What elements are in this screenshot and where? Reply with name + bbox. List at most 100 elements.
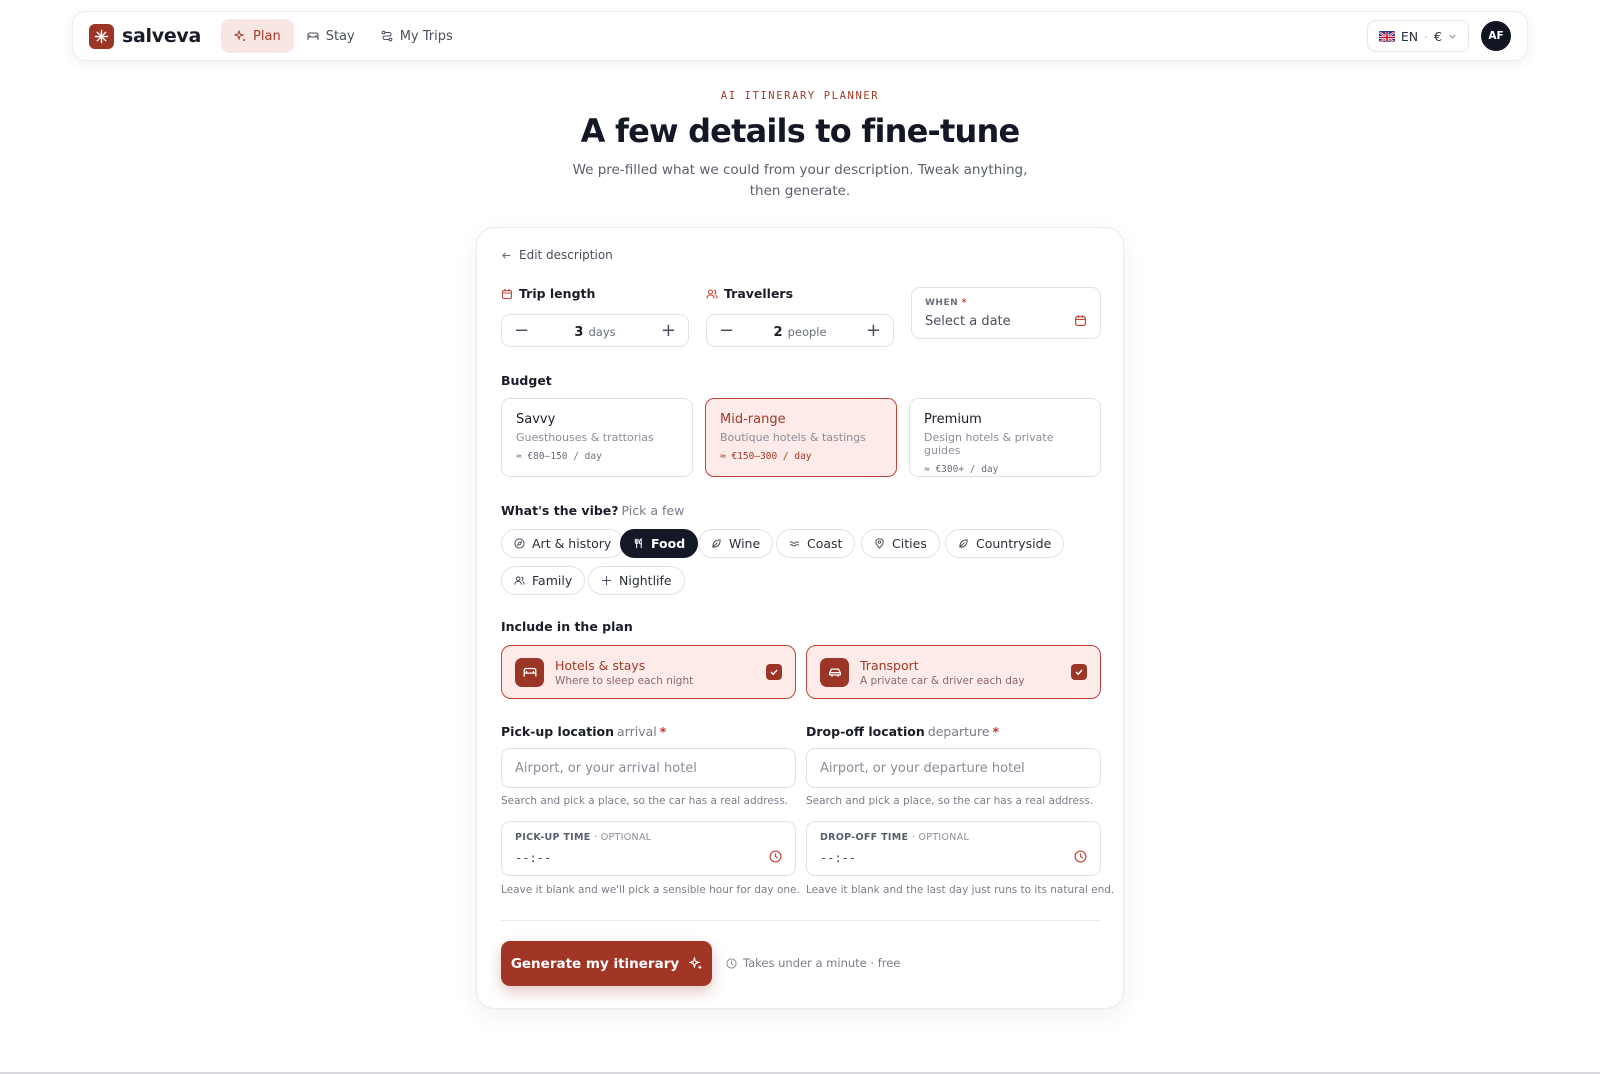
chip-label: Art & history (532, 536, 612, 551)
chip-label: Coast (807, 536, 843, 551)
pickup-time-label-text: PICK-UP TIME (515, 832, 591, 843)
chip-label: Family (532, 573, 573, 588)
trip-length-decrement-button[interactable]: − (514, 321, 529, 340)
users-icon (706, 288, 718, 299)
travellers-increment-button[interactable]: + (866, 321, 881, 340)
vibe-chip-coast[interactable]: Coast (776, 529, 856, 558)
include-hotels-toggle[interactable]: Hotels & stays Where to sleep each night (501, 645, 796, 699)
dropoff-time-value: --:-- (820, 851, 857, 865)
nav-item-label: Stay (325, 28, 355, 44)
route-icon (381, 30, 393, 42)
budget-name: Premium (924, 412, 982, 427)
nav-item-stay[interactable]: Stay (294, 19, 368, 53)
dropoff-time-field[interactable]: DROP-OFF TIME · OPTIONAL --:-- (806, 821, 1101, 876)
required-mark: * (659, 724, 667, 739)
when-label-text: WHEN (925, 298, 959, 308)
trip-length-value: 3 (574, 325, 584, 340)
language-label: EN (1400, 28, 1419, 44)
travellers-decrement-button[interactable]: − (719, 321, 734, 340)
users-icon (514, 576, 525, 585)
arrow-left-icon (502, 251, 511, 259)
clock-icon (1074, 850, 1087, 863)
include-desc: Where to sleep each night (555, 674, 694, 687)
vibe-chip-nightlife[interactable]: Nightlife (588, 566, 685, 595)
pickup-time-value: --:-- (515, 851, 552, 865)
clock-icon (769, 850, 782, 863)
vibe-chip-cities[interactable]: Cities (861, 529, 940, 558)
generate-label: Generate my itinerary (510, 955, 680, 972)
brand-name: salveva (122, 25, 202, 47)
required-mark: * (961, 298, 967, 308)
chip-label: Countryside (976, 536, 1052, 551)
dropoff-time-label: DROP-OFF TIME · OPTIONAL (820, 832, 1087, 843)
include-transport-toggle[interactable]: Transport A private car & driver each da… (806, 645, 1101, 699)
dropoff-location-input[interactable] (806, 748, 1101, 788)
budget-option-savvy[interactable]: Savvy Guesthouses & trattorias ≈ €80–150… (501, 398, 693, 477)
nav-item-label: My Trips (399, 28, 453, 44)
calendar-icon (1075, 315, 1086, 326)
checkbox-checked[interactable] (1071, 664, 1087, 680)
pickup-location-input[interactable] (501, 748, 796, 788)
budget-desc: Boutique hotels & tastings (720, 431, 866, 444)
dropoff-time-label-text: DROP-OFF TIME (820, 832, 909, 843)
budget-desc: Guesthouses & trattorias (516, 431, 654, 444)
budget-price: ≈ €80–150 / day (516, 451, 602, 462)
pickup-location-label: Pick-up location arrival * (501, 724, 666, 739)
divider (501, 920, 1101, 921)
dropoff-location-label: Drop-off location departure * (806, 724, 999, 739)
car-icon (820, 657, 849, 687)
travellers-value: 2 (773, 325, 783, 340)
clock-icon (726, 957, 737, 969)
budget-option-mid-range[interactable]: Mid-range Boutique hotels & tastings ≈ €… (705, 398, 897, 477)
vibe-hint: Pick a few (621, 503, 685, 518)
chip-label: Nightlife (619, 573, 672, 588)
budget-name: Savvy (516, 412, 556, 427)
leaf-icon (712, 539, 721, 548)
pickup-time-field[interactable]: PICK-UP TIME · OPTIONAL --:-- (501, 821, 796, 876)
waves-icon (789, 541, 800, 547)
sparkle-icon (601, 575, 612, 586)
pickup-hint: Search and pick a place, so the car has … (501, 795, 789, 807)
required-mark: * (992, 724, 1000, 739)
bed-icon (307, 32, 319, 40)
trip-length-increment-button[interactable]: + (661, 321, 676, 340)
when-date-field[interactable]: WHEN * Select a date (911, 287, 1101, 339)
check-icon (1075, 669, 1083, 676)
calendar-icon (501, 288, 513, 299)
vibe-chip-family[interactable]: Family (501, 566, 586, 595)
vibe-chip-countryside[interactable]: Countryside (945, 529, 1065, 558)
vibe-chip-art-history[interactable]: Art & history (501, 529, 625, 558)
generate-itinerary-button[interactable]: Generate my itinerary (501, 941, 712, 986)
checkbox-checked[interactable] (766, 664, 782, 680)
dropoff-qualifier: departure (927, 724, 990, 739)
utensils-icon (634, 538, 642, 549)
nav-item-plan[interactable]: Plan (221, 19, 294, 53)
vibe-label: What's the vibe? Pick a few (501, 503, 684, 518)
uk-flag-icon (1378, 30, 1395, 42)
vibe-chip-food[interactable]: Food (620, 529, 699, 558)
dropoff-time-hint: Leave it blank and the last day just run… (806, 884, 1115, 896)
edit-description-link[interactable]: Edit description (501, 248, 613, 262)
pickup-label-text: Pick-up location (501, 724, 615, 739)
travellers-stepper: − 2 people + (706, 314, 894, 347)
eyebrow-label: AI ITINERARY PLANNER (720, 90, 880, 102)
include-title: Transport (860, 657, 919, 673)
vibe-chip-wine[interactable]: Wine (698, 529, 774, 558)
map-pin-icon (875, 538, 884, 549)
logo[interactable]: salveva (89, 23, 202, 49)
compass-icon (514, 538, 525, 549)
bed-icon (515, 657, 544, 687)
nav-item-my-trips[interactable]: My Trips (368, 19, 466, 53)
nav-item-label: Plan (253, 28, 281, 44)
budget-price: ≈ €300+ / day (924, 464, 999, 475)
top-nav: salveva Plan Stay My Trips EN · € AF (72, 11, 1528, 61)
when-label: WHEN * (925, 298, 1087, 308)
budget-option-premium[interactable]: Premium Design hotels & private guides ≈… (909, 398, 1101, 477)
sparkle-icon (234, 30, 246, 41)
avatar[interactable]: AF (1481, 21, 1511, 51)
pickup-qualifier: arrival (617, 724, 657, 739)
pickup-time-hint: Leave it blank and we'll pick a sensible… (501, 884, 800, 896)
budget-price: ≈ €150–300 / day (720, 451, 812, 462)
currency-label: € (1434, 28, 1442, 44)
language-currency-select[interactable]: EN · € (1366, 20, 1469, 52)
